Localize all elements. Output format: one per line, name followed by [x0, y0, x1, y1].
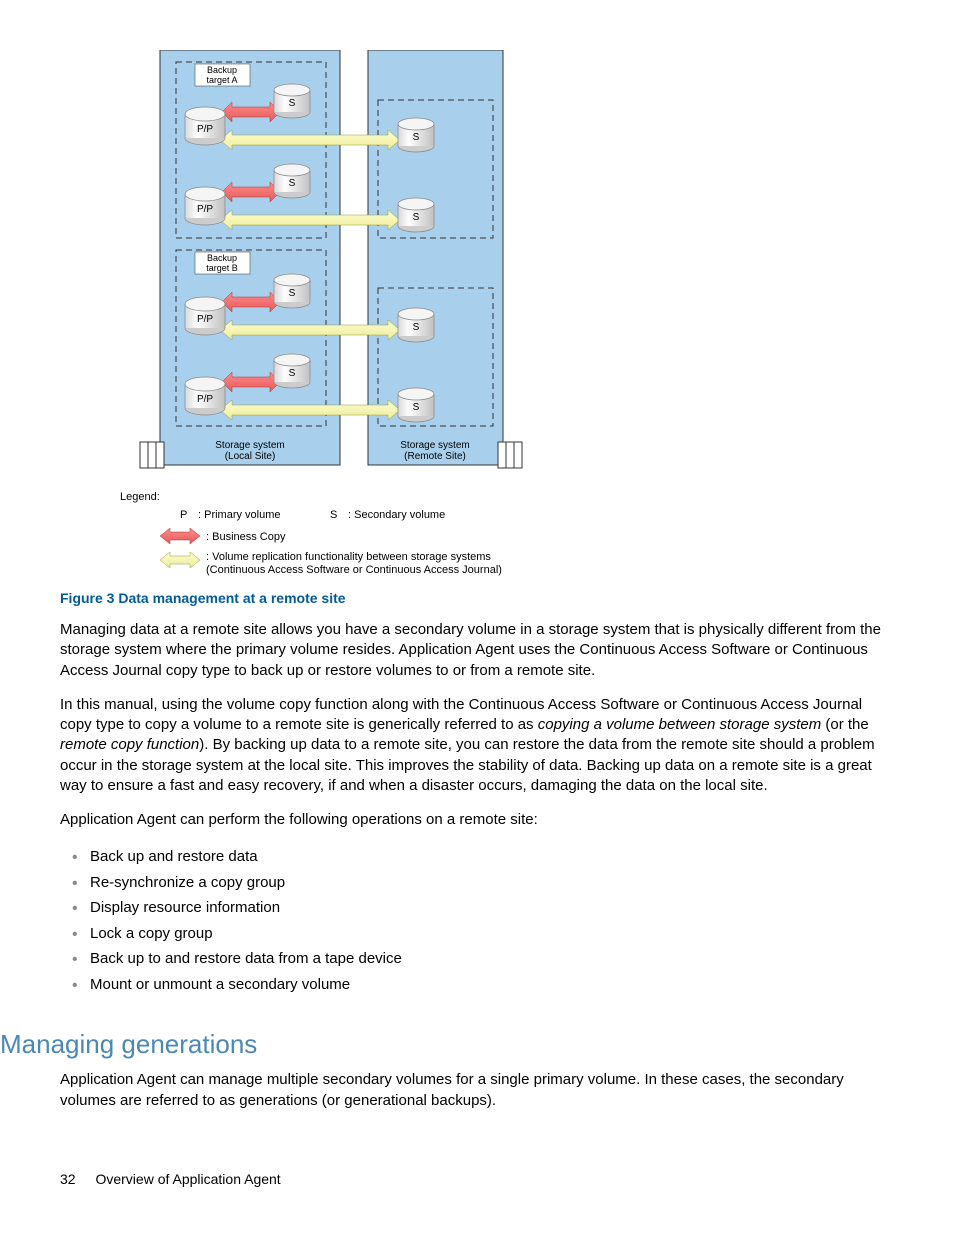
svg-text:S: S [413, 132, 420, 143]
svg-text:S: S [330, 509, 337, 521]
remote-site-caption: Storage system(Remote Site) [400, 440, 469, 462]
legend-yellow-arrow-icon [160, 552, 200, 568]
storage-diagram-svg: Backuptarget A Backuptarget B P/P [120, 50, 680, 580]
svg-text:S: S [289, 368, 296, 379]
local-array-icon [140, 442, 164, 468]
paragraph-4: Application Agent can manage multiple se… [60, 1070, 894, 1111]
svg-text:S: S [289, 288, 296, 299]
svg-text:S: S [289, 178, 296, 189]
svg-text:: Primary volume: : Primary volume [198, 509, 281, 521]
backup-target-a-label: Backuptarget A [206, 65, 237, 85]
svg-text:P/P: P/P [197, 394, 213, 405]
svg-text:S: S [413, 212, 420, 223]
backup-target-b-label: Backuptarget B [206, 253, 238, 273]
page-number: 32 [60, 1171, 76, 1187]
local-site-caption: Storage system(Local Site) [215, 440, 284, 462]
svg-text:P/P: P/P [197, 314, 213, 325]
svg-text:P/P: P/P [197, 124, 213, 135]
footer-title: Overview of Application Agent [95, 1171, 280, 1187]
svg-text:S: S [289, 98, 296, 109]
section-heading: Managing generations [0, 1029, 894, 1060]
figure-3-diagram: Backuptarget A Backuptarget B P/P [120, 50, 894, 580]
page-footer: 32 Overview of Application Agent [60, 1171, 894, 1187]
page-content: Backuptarget A Backuptarget B P/P [0, 0, 954, 1227]
paragraph-3: Application Agent can perform the follow… [60, 810, 894, 830]
operations-list: Back up and restore data Re-synchronize … [60, 844, 894, 997]
list-item: Mount or unmount a secondary volume [90, 972, 894, 998]
figure-caption: Figure 3 Data management at a remote sit… [60, 590, 894, 606]
paragraph-2: In this manual, using the volume copy fu… [60, 695, 894, 796]
legend-red-arrow-icon [160, 528, 200, 544]
remote-array-icon [498, 442, 522, 468]
list-item: Lock a copy group [90, 921, 894, 947]
svg-text:: Volume replication functiona: : Volume replication functionality betwe… [206, 551, 491, 563]
legend-title: Legend: [120, 491, 160, 503]
svg-text:P: P [180, 509, 187, 521]
svg-text:S: S [413, 402, 420, 413]
svg-text:: Business Copy: : Business Copy [206, 531, 286, 543]
svg-text:: Secondary volume: : Secondary volume [348, 509, 445, 521]
svg-text:S: S [413, 322, 420, 333]
list-item: Re-synchronize a copy group [90, 870, 894, 896]
svg-text:P/P: P/P [197, 204, 213, 215]
list-item: Back up to and restore data from a tape … [90, 946, 894, 972]
list-item: Back up and restore data [90, 844, 894, 870]
paragraph-1: Managing data at a remote site allows yo… [60, 620, 894, 681]
list-item: Display resource information [90, 895, 894, 921]
svg-text:(Continuous Access Software or: (Continuous Access Software or Continuou… [206, 564, 502, 576]
